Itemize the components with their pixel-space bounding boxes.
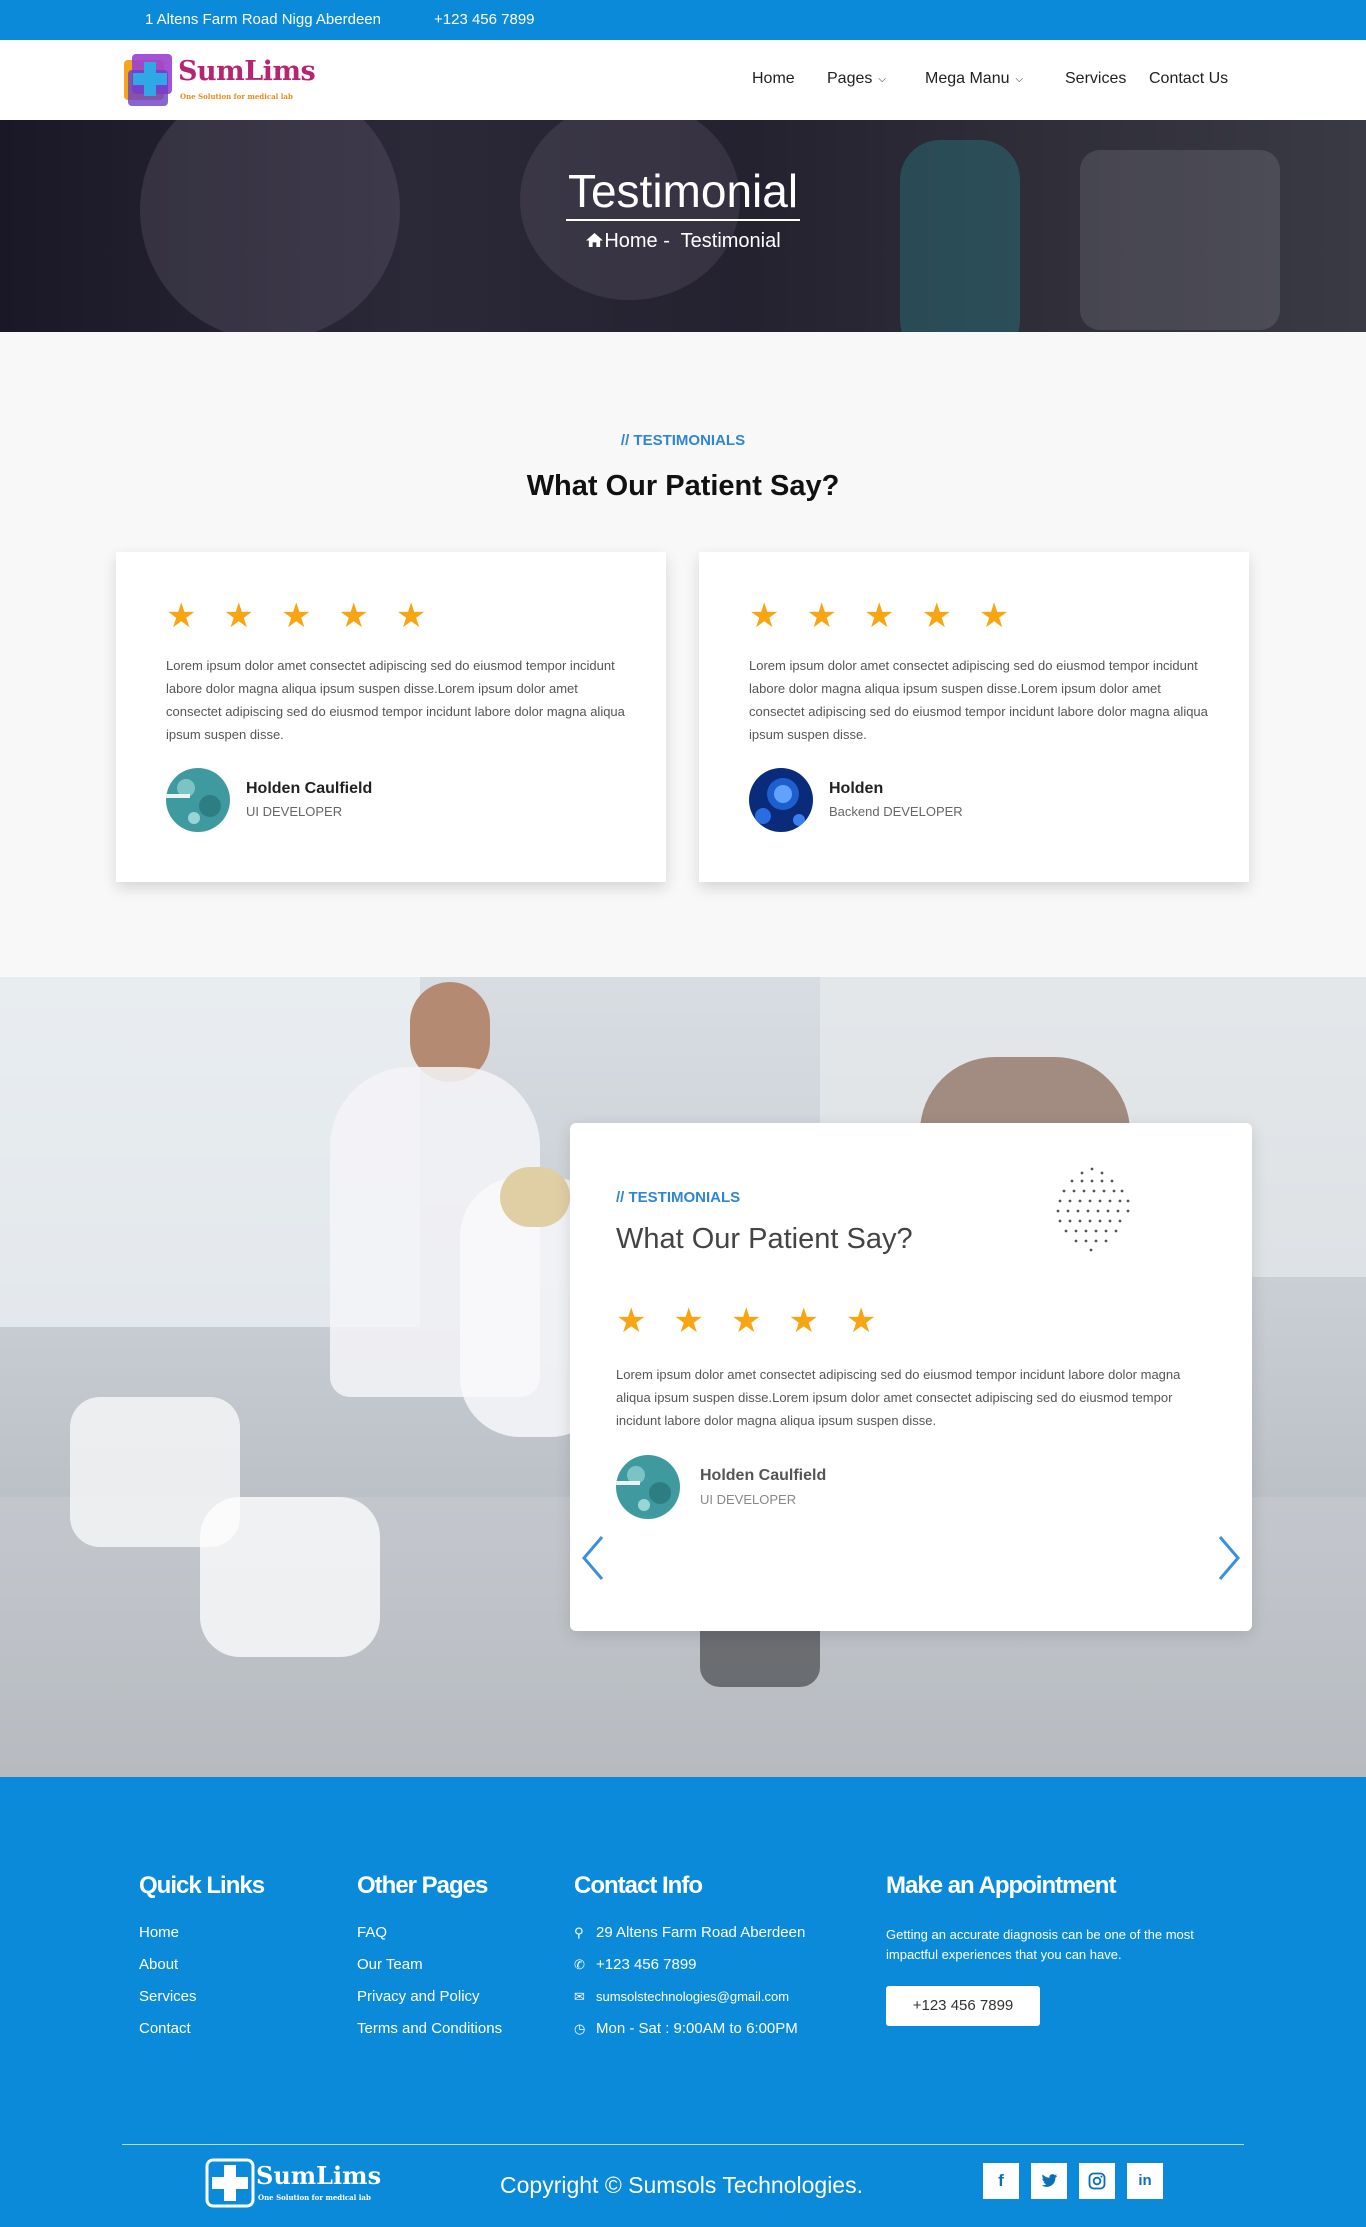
nav-pages[interactable]: Pages ⌵ [827, 70, 886, 88]
footer-divider [122, 2144, 1244, 2145]
logo-cross-icon [205, 2158, 255, 2208]
person-name: Holden Caulfield [246, 780, 373, 797]
linkedin-icon[interactable]: in [1127, 2163, 1163, 2199]
page-title-text: Testimonial [565, 167, 801, 222]
twitter-icon[interactable] [1031, 2163, 1067, 2199]
footer-contact-phone[interactable]: ✆ +123 456 7899 [574, 1956, 697, 1973]
person-name: Holden [829, 780, 884, 797]
nav-pages-label: Pages [827, 70, 873, 87]
testimonial-card: ★★★★★ Lorem ipsum dolor amet consectet a… [699, 552, 1249, 882]
map-search-icon: ⚲ [574, 1925, 584, 1940]
chevron-down-icon: ⌵ [1015, 74, 1024, 85]
footer-heading-appointment: Make an Appointment [886, 1872, 1116, 1899]
nav-mega-menu[interactable]: Mega Manu ⌵ [925, 70, 1023, 88]
footer-heading-contact-info: Contact Info [574, 1872, 703, 1899]
chevron-left-icon[interactable] [578, 1533, 608, 1583]
footer-address-text: 29 Altens Farm Road Aberdeen [596, 1924, 806, 1941]
copyright-text: Copyright © Sumsols Technologies. [500, 2172, 863, 2198]
chevron-right-icon[interactable] [1214, 1533, 1244, 1583]
footer-link-services[interactable]: Services [139, 1988, 197, 2005]
footer-contact-address: ⚲ 29 Altens Farm Road Aberdeen [574, 1924, 805, 1941]
brand-name: SumLims [178, 56, 316, 87]
footer-email-text: sumsolstechnologies@gmail.com [596, 1989, 790, 2004]
footer-link-contact[interactable]: Contact [139, 2020, 191, 2037]
rating-stars: ★★★★★ [749, 597, 1037, 635]
topbar-phone[interactable]: +123 456 7899 [434, 11, 535, 28]
lab-background-shape [200, 1497, 380, 1657]
testimonial-card: ★★★★★ Lorem ipsum dolor amet consectet a… [116, 552, 666, 882]
footer-heading-quick-links: Quick Links [139, 1872, 265, 1899]
nav-services[interactable]: Services [1065, 70, 1126, 88]
footer-brand-name: SumLims [256, 2161, 382, 2190]
chevron-down-icon: ⌵ [878, 74, 886, 85]
footer-link-privacy[interactable]: Privacy and Policy [357, 1988, 480, 2005]
instagram-icon[interactable] [1079, 2163, 1115, 2199]
slide-title: What Our Patient Say? [616, 1223, 913, 1255]
hero-bg-shape [140, 120, 400, 332]
person-role: UI DEVELOPER [700, 1492, 797, 1507]
footer-phone-text: +123 456 7899 [596, 1956, 697, 1973]
person-role: Backend DEVELOPER [829, 804, 963, 819]
main-navigation: SumLims One Solution for medical lab Hom… [0, 40, 1366, 120]
logo-cross-icon [124, 54, 172, 106]
clock-icon: ◷ [574, 2021, 586, 2036]
breadcrumb: Home - Testimonial [0, 230, 1366, 253]
appointment-phone-button[interactable]: +123 456 7899 [886, 1986, 1040, 2026]
site-footer: Quick Links Home About Services Contact … [0, 1777, 1366, 2227]
dot-pattern-icon [1056, 1167, 1130, 1252]
footer-contact-hours: ◷ Mon - Sat : 9:00AM to 6:00PM [574, 2020, 798, 2037]
footer-link-faq[interactable]: FAQ [357, 1924, 387, 1941]
footer-brand-tagline: One Solution for medical lab [258, 2193, 371, 2202]
breadcrumb-separator: - [657, 230, 681, 252]
nav-mega-label: Mega Manu [925, 70, 1010, 87]
top-bar: 1 Altens Farm Road Nigg Aberdeen +123 45… [0, 0, 1366, 40]
rating-stars: ★★★★★ [166, 597, 454, 635]
testimonial-text: Lorem ipsum dolor amet consectet adipisc… [166, 658, 625, 742]
avatar [749, 768, 813, 832]
footer-contact-email[interactable]: ✉ sumsolstechnologies@gmail.com [574, 1989, 789, 2005]
testimonial-text: Lorem ipsum dolor amet consectet adipisc… [616, 1367, 1181, 1428]
footer-heading-other-pages: Other Pages [357, 1872, 488, 1899]
brand-logo[interactable]: SumLims One Solution for medical lab [122, 52, 332, 110]
footer-link-home[interactable]: Home [139, 1924, 179, 1941]
facebook-icon[interactable]: f [983, 2163, 1019, 2199]
breadcrumb-home[interactable]: Home [604, 230, 657, 252]
nav-contact[interactable]: Contact Us [1149, 70, 1228, 88]
testimonial-slider-section: // TESTIMONIALS What Our Patient Say? ★★… [0, 977, 1366, 1777]
section-title: What Our Patient Say? [526, 470, 840, 502]
testimonial-slide: // TESTIMONIALS What Our Patient Say? ★★… [570, 1123, 1252, 1631]
envelope-icon: ✉ [574, 1989, 585, 2004]
footer-link-our-team[interactable]: Our Team [357, 1956, 423, 1973]
section-eyebrow: // TESTIMONIALS [620, 432, 746, 449]
topbar-address: 1 Altens Farm Road Nigg Aberdeen [145, 11, 381, 28]
person-role: UI DEVELOPER [246, 804, 343, 819]
footer-hours-text: Mon - Sat : 9:00AM to 6:00PM [596, 2020, 798, 2037]
page-title: Testimonial [0, 164, 1366, 222]
rating-stars: ★★★★★ [616, 1302, 904, 1340]
footer-link-terms[interactable]: Terms and Conditions [357, 2020, 502, 2037]
testimonial-text: Lorem ipsum dolor amet consectet adipisc… [749, 658, 1208, 742]
brand-tagline: One Solution for medical lab [180, 92, 293, 101]
home-icon [586, 232, 604, 248]
appointment-description: Getting an accurate diagnosis can be one… [886, 1927, 1194, 1962]
person-name: Holden Caulfield [700, 1467, 827, 1484]
breadcrumb-current: Testimonial [680, 230, 781, 252]
avatar [616, 1455, 680, 1519]
nav-home[interactable]: Home [752, 70, 795, 88]
footer-logo[interactable]: SumLims One Solution for medical lab [204, 2155, 404, 2213]
testimonials-section: // TESTIMONIALS What Our Patient Say? ★★… [0, 332, 1366, 977]
page-hero: Testimonial Home - Testimonial [0, 120, 1366, 332]
avatar [166, 768, 230, 832]
lab-background-shape [500, 1167, 570, 1227]
phone-icon: ✆ [574, 1957, 585, 1972]
footer-link-about[interactable]: About [139, 1956, 178, 1973]
slide-eyebrow: // TESTIMONIALS [616, 1189, 741, 1206]
